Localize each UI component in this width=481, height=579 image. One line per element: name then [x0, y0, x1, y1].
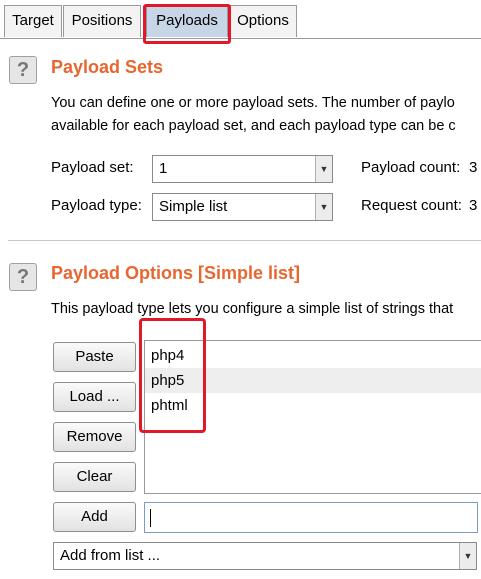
- payload-count-value: 3: [469, 159, 478, 176]
- payload-options-title: Payload Options [Simple list]: [51, 263, 301, 283]
- payload-sets-title: Payload Sets: [51, 57, 164, 77]
- add-from-list-select[interactable]: Add from list ... ▼: [53, 542, 477, 570]
- add-item-input[interactable]: [144, 502, 478, 533]
- remove-button[interactable]: Remove: [53, 422, 136, 452]
- payload-type-value: Simple list: [159, 198, 228, 215]
- payload-sets-help-icon[interactable]: ?: [9, 56, 37, 84]
- section-divider: [8, 240, 481, 241]
- payload-type-select[interactable]: Simple list ▼: [152, 193, 333, 221]
- tab-positions[interactable]: Positions: [63, 5, 141, 37]
- request-count-value: 3: [469, 197, 478, 214]
- payload-type-label: Payload type:: [51, 197, 142, 214]
- add-from-list-label: Add from list ...: [60, 547, 161, 564]
- chevron-down-icon[interactable]: ▼: [459, 543, 476, 569]
- payload-options-desc: This payload type lets you configure a s…: [51, 301, 454, 317]
- payload-sets-desc-line2: available for each payload set, and each…: [51, 118, 456, 134]
- payload-set-label: Payload set:: [51, 159, 134, 176]
- chevron-down-icon[interactable]: ▼: [315, 156, 332, 182]
- payload-set-value: 1: [159, 160, 168, 177]
- tab-options[interactable]: Options: [229, 5, 297, 37]
- payload-count-label: Payload count:: [361, 159, 461, 176]
- tab-target[interactable]: Target: [4, 5, 62, 37]
- paste-button[interactable]: Paste: [53, 342, 136, 372]
- payloads-tab-highlight: [143, 4, 231, 44]
- payload-set-select[interactable]: 1 ▼: [152, 155, 333, 183]
- payload-sets-desc-line1: You can define one or more payload sets.…: [51, 95, 455, 111]
- request-count-label: Request count:: [361, 197, 462, 214]
- clear-button[interactable]: Clear: [53, 462, 136, 492]
- payload-options-help-icon[interactable]: ?: [9, 263, 37, 291]
- add-button[interactable]: Add: [53, 502, 136, 532]
- tab-bar: Target Positions Payloads Options: [0, 0, 481, 39]
- payload-list-highlight: [139, 318, 206, 433]
- chevron-down-icon[interactable]: ▼: [315, 194, 332, 220]
- load-button[interactable]: Load ...: [53, 382, 136, 412]
- text-caret: [150, 509, 151, 527]
